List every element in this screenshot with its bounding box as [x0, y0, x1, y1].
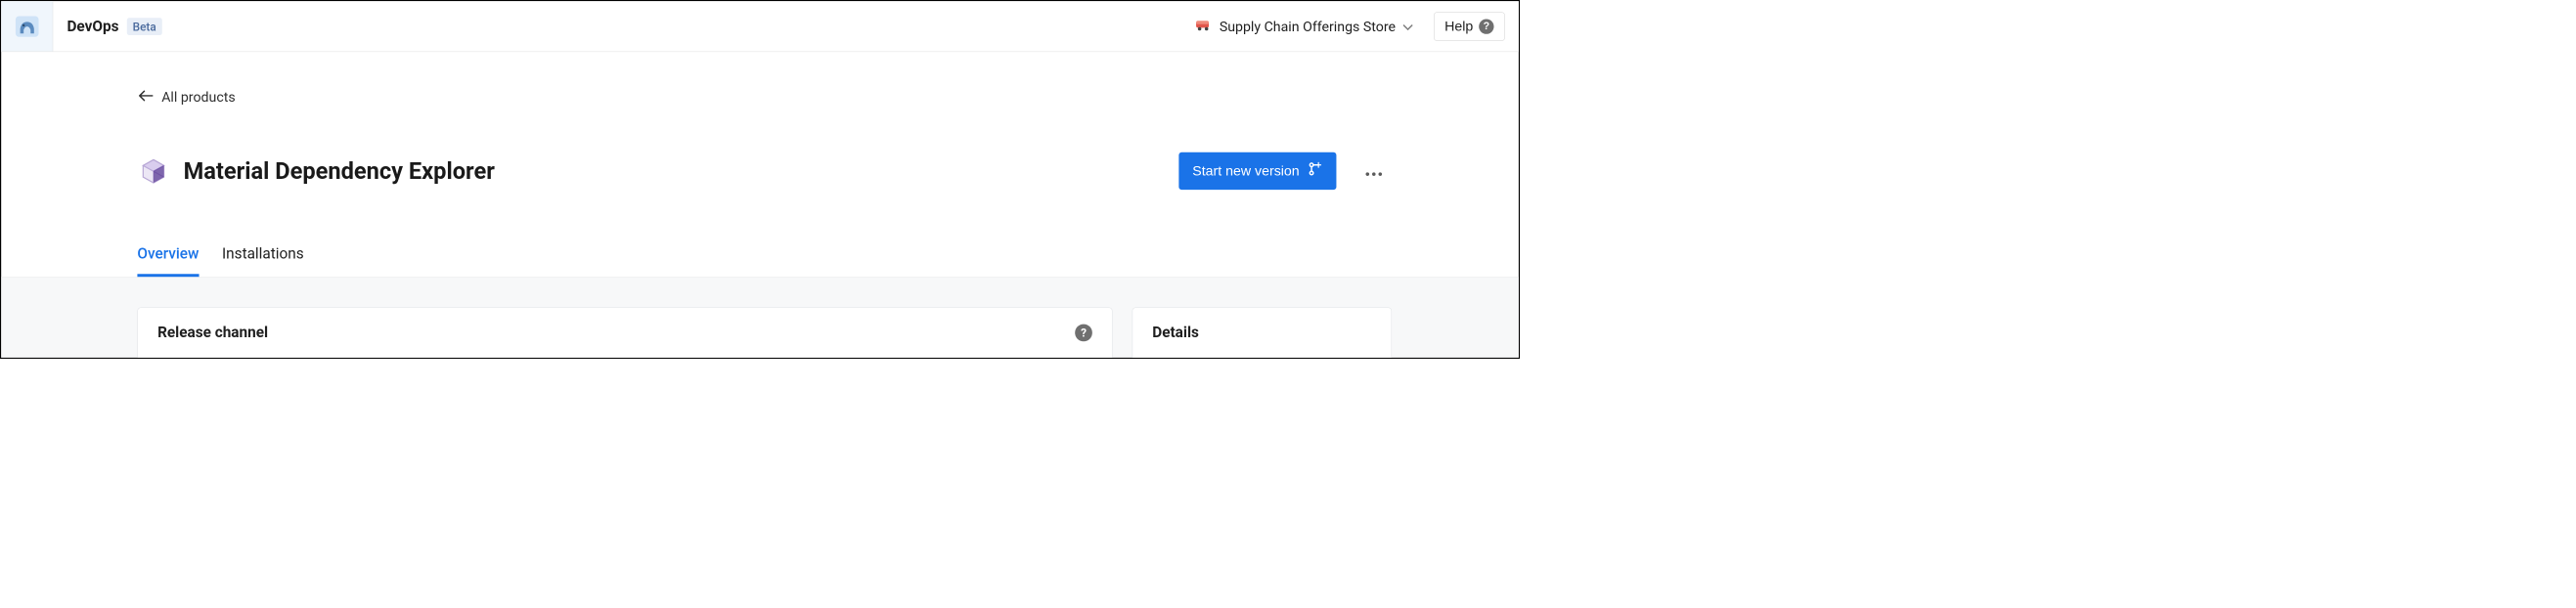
card-title: Release channel: [157, 325, 268, 342]
tab-label: Installations: [222, 245, 304, 263]
page-title: Material Dependency Explorer: [184, 157, 495, 185]
help-button[interactable]: Help ?: [1434, 12, 1505, 40]
tab-overview[interactable]: Overview: [137, 245, 199, 277]
cards-area: Release channel ? Details: [1, 277, 1519, 359]
branch-icon: [1308, 161, 1322, 180]
top-bar: DevOps Beta Supply Chain Offerings Store…: [1, 1, 1519, 52]
store-selector[interactable]: Supply Chain Offerings Store: [1186, 13, 1423, 40]
elephant-icon: [13, 13, 40, 40]
card-title: Details: [1152, 325, 1199, 342]
help-label: Help: [1444, 19, 1473, 35]
release-channel-card: Release channel ?: [137, 307, 1112, 359]
store-label: Supply Chain Offerings Store: [1220, 19, 1396, 35]
chevron-down-icon: [1402, 19, 1413, 35]
tab-label: Overview: [137, 245, 199, 263]
title-row: Material Dependency Explorer Start new v…: [137, 152, 1386, 190]
brand-title: DevOps: [67, 18, 118, 35]
brand-block: DevOps Beta: [53, 18, 161, 35]
start-new-version-button[interactable]: Start new version: [1178, 152, 1336, 190]
back-link[interactable]: All products: [137, 89, 235, 106]
tab-installations[interactable]: Installations: [222, 245, 304, 277]
arrow-left-icon: [137, 89, 154, 104]
store-icon: [1195, 19, 1213, 35]
content-area: All products Material Dependency Explore…: [1, 52, 1519, 359]
tab-bar: Overview Installations: [137, 245, 1386, 277]
question-icon: ?: [1479, 19, 1493, 33]
app-logo[interactable]: [1, 1, 53, 51]
product-icon: [137, 154, 169, 187]
primary-button-label: Start new version: [1192, 163, 1299, 180]
beta-badge: Beta: [127, 18, 162, 35]
help-icon[interactable]: ?: [1075, 325, 1092, 342]
back-link-label: All products: [161, 89, 235, 106]
details-card: Details: [1133, 307, 1393, 359]
ellipsis-icon: [1365, 172, 1383, 177]
more-actions-button[interactable]: [1361, 156, 1386, 185]
